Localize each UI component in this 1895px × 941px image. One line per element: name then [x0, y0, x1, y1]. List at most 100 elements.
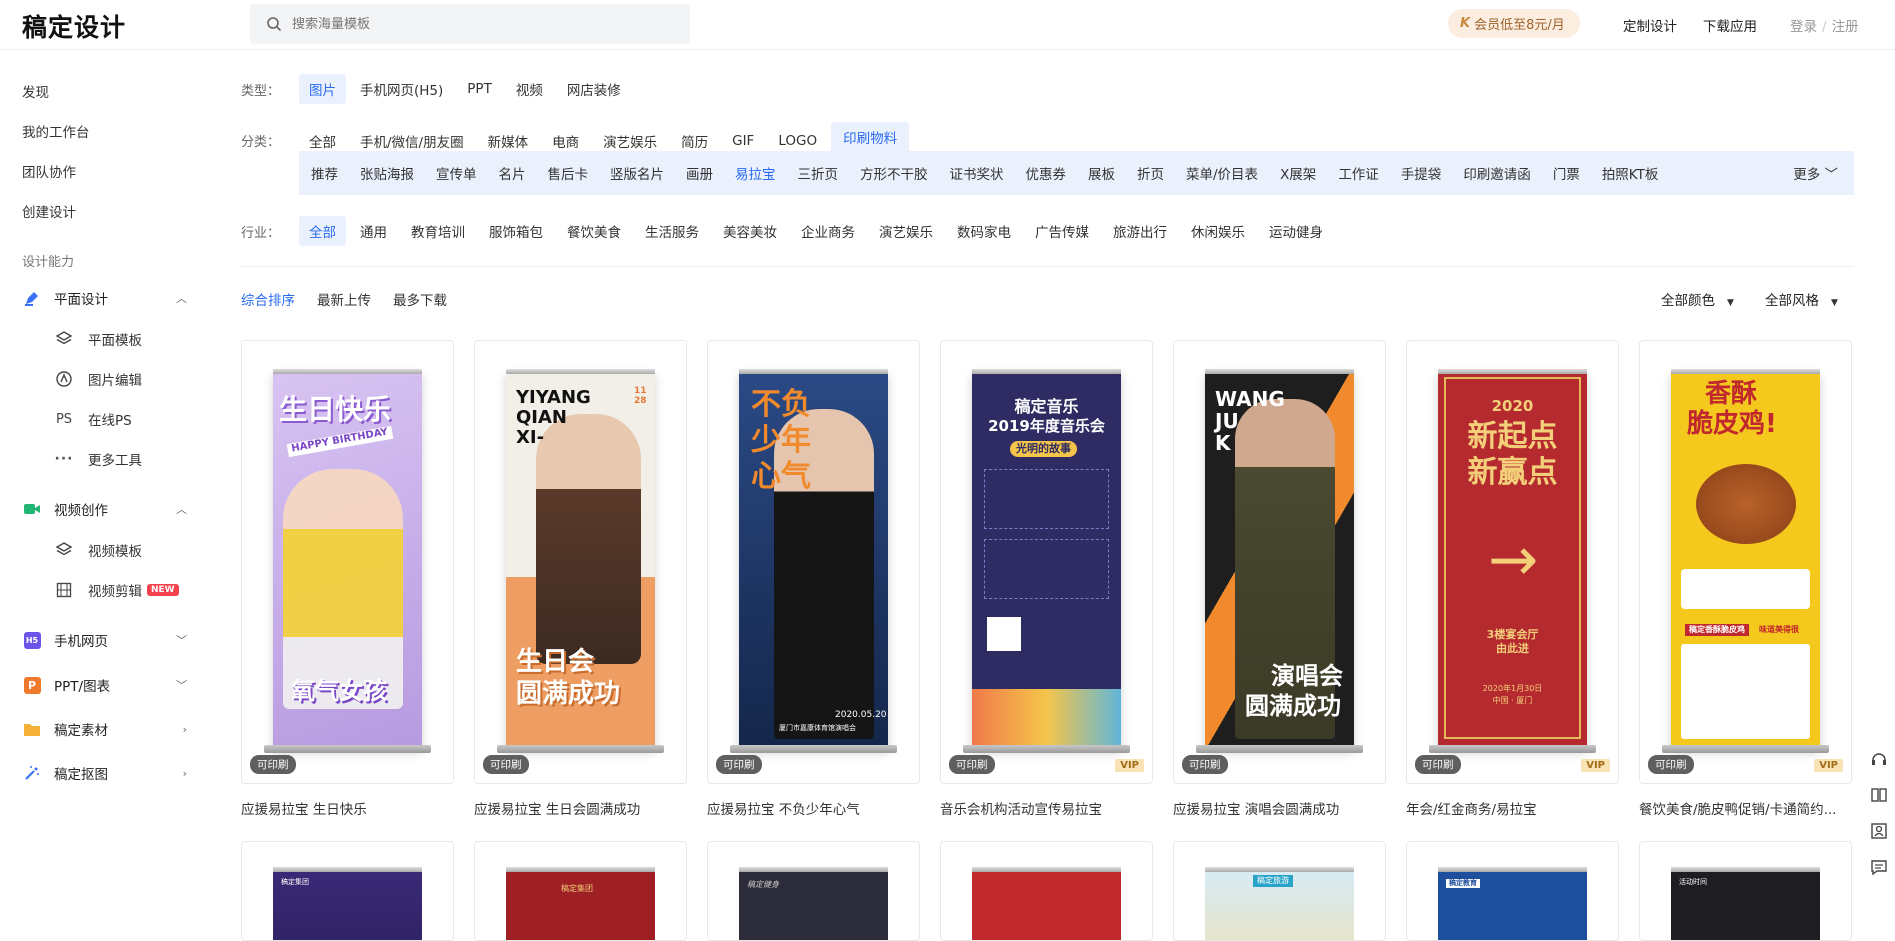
subcategory-chip[interactable]: 工作证: [1328, 158, 1389, 188]
template-title[interactable]: 餐饮美食/脆皮鸭促销/卡通简约...: [1639, 798, 1852, 818]
sidebar-group-cutout[interactable]: 稿定抠图 ›: [22, 763, 187, 783]
subcategory-chip[interactable]: 证书奖状: [940, 158, 1014, 188]
subcategory-chip[interactable]: 竖版名片: [600, 158, 674, 188]
industry-chip[interactable]: 数码家电: [947, 216, 1021, 246]
nav-custom-design[interactable]: 定制设计: [1623, 15, 1677, 35]
template-card[interactable]: 稿定集团: [241, 841, 454, 941]
industry-chip[interactable]: 通用: [350, 216, 397, 246]
subcategory-chip[interactable]: 推荐: [301, 158, 348, 188]
sidebar-item-video-edit[interactable]: 视频剪辑 NEW: [54, 580, 179, 600]
type-chip[interactable]: 图片: [299, 74, 346, 104]
template-title[interactable]: 年会/红金商务/易拉宝: [1406, 798, 1619, 818]
template-card[interactable]: 稿定音乐 2019年度音乐会 光明的故事 可印刷 VIP: [940, 340, 1153, 784]
type-chip[interactable]: 手机网页(H5): [350, 74, 453, 104]
vip-promo-text: 会员低至8元/月: [1474, 18, 1565, 33]
sidebar-group-graphic[interactable]: 平面设计 ︿: [22, 288, 187, 308]
template-card[interactable]: 稿定健身: [707, 841, 920, 941]
subcategory-chip[interactable]: 画册: [676, 158, 723, 188]
industry-chip[interactable]: 教育培训: [401, 216, 475, 246]
sidebar-group-h5[interactable]: H5 手机网页 ﹀: [22, 630, 187, 650]
register-link[interactable]: 注册: [1832, 19, 1859, 35]
category-chip[interactable]: GIF: [722, 128, 764, 154]
vip-promo-button[interactable]: K 会员低至8元/月: [1448, 9, 1580, 38]
sidebar-item-online-ps[interactable]: PS 在线PS: [54, 409, 132, 430]
style-filter-dropdown[interactable]: 全部风格 ▼: [1765, 289, 1838, 309]
sidebar-item-graphic-templates[interactable]: 平面模板: [54, 329, 142, 349]
search-input[interactable]: [292, 16, 672, 32]
feedback-icon[interactable]: [1870, 858, 1888, 880]
sort-option[interactable]: 最多下载: [393, 289, 447, 309]
category-chip[interactable]: LOGO: [768, 128, 827, 154]
subcategory-chip[interactable]: 印刷邀请函: [1453, 158, 1541, 188]
subcategory-chip[interactable]: 手提袋: [1391, 158, 1452, 188]
type-chip[interactable]: PPT: [457, 76, 502, 102]
subcategory-chip[interactable]: 优惠券: [1016, 158, 1077, 188]
subcategory-chip[interactable]: 菜单/价目表: [1176, 158, 1268, 188]
industry-chip[interactable]: 广告传媒: [1025, 216, 1099, 246]
sidebar-item-video-templates[interactable]: 视频模板: [54, 540, 142, 560]
template-title[interactable]: 应援易拉宝 演唱会圆满成功: [1173, 798, 1386, 818]
template-card[interactable]: [940, 841, 1153, 941]
subcategory-chip[interactable]: 三折页: [788, 158, 849, 188]
industry-chip[interactable]: 企业商务: [791, 216, 865, 246]
sidebar-item-more-tools[interactable]: ··· 更多工具: [54, 449, 142, 469]
nav-download-app[interactable]: 下载应用: [1703, 15, 1757, 35]
subcategory-chip[interactable]: 名片: [489, 158, 536, 188]
template-card[interactable]: 稿定旅游: [1173, 841, 1386, 941]
type-chip[interactable]: 视频: [506, 74, 553, 104]
sort-option[interactable]: 综合排序: [241, 289, 295, 309]
poster-text: 新赢点: [1467, 455, 1558, 490]
template-title[interactable]: 应援易拉宝 不负少年心气: [707, 798, 920, 818]
industry-chip[interactable]: 运动健身: [1259, 216, 1333, 246]
logo[interactable]: 稿定设计: [22, 8, 126, 44]
type-chip[interactable]: 网店装修: [557, 74, 631, 104]
book-icon[interactable]: [1870, 786, 1888, 808]
template-card[interactable]: YIYANG QIAN XI- 11 28 生日会 圆满成功 可印刷: [474, 340, 687, 784]
sidebar-item-team[interactable]: 团队协作: [22, 161, 76, 181]
template-card[interactable]: WANG JU K 演唱会 圆满成功 可印刷: [1173, 340, 1386, 784]
industry-chip[interactable]: 服饰箱包: [479, 216, 553, 246]
sidebar-item-create[interactable]: 创建设计: [22, 201, 76, 221]
industry-chip[interactable]: 生活服务: [635, 216, 709, 246]
subcategory-chip[interactable]: 展板: [1078, 158, 1125, 188]
industry-chip[interactable]: 餐饮美食: [557, 216, 631, 246]
color-filter-dropdown[interactable]: 全部颜色 ▼: [1661, 289, 1734, 309]
subcategory-chip[interactable]: 折页: [1127, 158, 1174, 188]
industry-chip[interactable]: 全部: [299, 216, 346, 246]
template-card[interactable]: 活动时间: [1639, 841, 1852, 941]
template-title[interactable]: 应援易拉宝 生日快乐: [241, 798, 454, 818]
template-card[interactable]: 稿定集团: [474, 841, 687, 941]
subcategory-chip[interactable]: 宣传单: [426, 158, 487, 188]
template-card[interactable]: 稿定教育: [1406, 841, 1619, 941]
industry-chip[interactable]: 演艺娱乐: [869, 216, 943, 246]
template-title[interactable]: 音乐会机构活动宣传易拉宝: [940, 798, 1153, 818]
search-box[interactable]: [250, 4, 690, 44]
subcategory-chip[interactable]: 易拉宝: [725, 158, 786, 188]
template-title[interactable]: 应援易拉宝 生日会圆满成功: [474, 798, 687, 818]
template-card[interactable]: 不负 少年 心气 2020.05.20 厦门市嘉康体育馆演唱会 可印刷: [707, 340, 920, 784]
sidebar-group-video[interactable]: 视频创作 ︿: [22, 499, 187, 519]
poster-text: 2020: [1491, 397, 1534, 415]
sidebar-item-discover[interactable]: 发现: [22, 81, 49, 101]
industry-chip[interactable]: 美容美妆: [713, 216, 787, 246]
contact-card-icon[interactable]: [1870, 822, 1888, 844]
subcategory-chip[interactable]: 拍照KT板: [1592, 158, 1669, 188]
login-link[interactable]: 登录: [1790, 19, 1817, 35]
subcategory-chip[interactable]: X展架: [1270, 158, 1326, 188]
sidebar-item-workspace[interactable]: 我的工作台: [22, 121, 90, 141]
template-card[interactable]: 2020 新起点 新赢点 → 3楼宴会厅 由此进 2020年1月30日 中国 ·…: [1406, 340, 1619, 784]
industry-chip[interactable]: 旅游出行: [1103, 216, 1177, 246]
sort-option[interactable]: 最新上传: [317, 289, 371, 309]
sidebar-item-image-edit[interactable]: 图片编辑: [54, 369, 142, 389]
template-card[interactable]: 生日快乐 HAPPY BIRTHDAY 氧气女孩 可印刷: [241, 340, 454, 784]
sidebar-group-ppt[interactable]: P PPT/图表 ﹀: [22, 675, 187, 695]
sidebar-group-assets[interactable]: 稿定素材 ›: [22, 719, 187, 739]
subcategory-chip[interactable]: 方形不干胶: [850, 158, 938, 188]
subcategory-chip[interactable]: 张贴海报: [350, 158, 424, 188]
subcategory-chip[interactable]: 售后卡: [538, 158, 599, 188]
subcategory-chip[interactable]: 门票: [1543, 158, 1590, 188]
headset-icon[interactable]: [1870, 750, 1888, 772]
template-card[interactable]: 香酥 脆皮鸡! 稿定香酥脆皮鸡 味道美得很 可印刷 VIP: [1639, 340, 1852, 784]
industry-chip[interactable]: 休闲娱乐: [1181, 216, 1255, 246]
more-subcategories-button[interactable]: 更多 ﹀: [1793, 163, 1838, 183]
